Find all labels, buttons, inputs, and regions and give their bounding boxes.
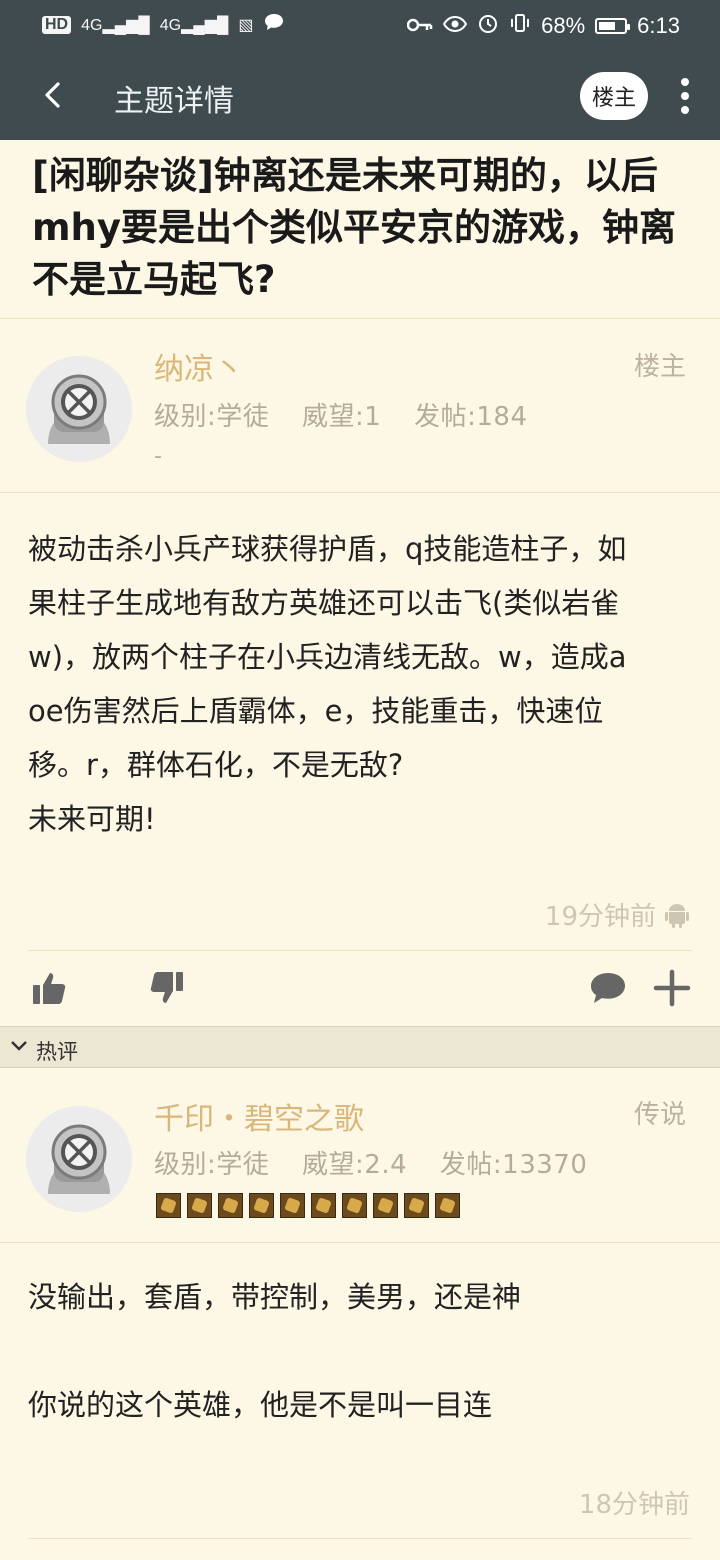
hot-comments-header[interactable]: 热评 xyxy=(0,1026,720,1068)
back-button[interactable] xyxy=(34,72,74,118)
diving-helmet-icon xyxy=(26,1106,132,1212)
divider xyxy=(0,492,720,493)
chevron-down-icon xyxy=(11,1041,27,1051)
reply-tag: 传说 xyxy=(633,1100,686,1130)
content-line: 移。r，群体石化，不是无敌? xyxy=(28,748,404,782)
key-icon xyxy=(406,13,433,39)
content-line: 你说的这个英雄，他是不是叫一目连 xyxy=(28,1388,493,1422)
medal-emblem xyxy=(222,1197,239,1214)
thumbs-down-icon xyxy=(150,972,183,1003)
vibrate-icon xyxy=(509,12,531,40)
content-line: 没输出，套盾，带控制，美男，还是神 xyxy=(28,1280,522,1314)
medal-emblem xyxy=(377,1197,394,1214)
medal-emblem xyxy=(253,1197,270,1214)
divider xyxy=(28,950,692,951)
medal-emblem xyxy=(284,1197,301,1214)
reply-author-name[interactable]: 千印・碧空之歌 xyxy=(154,1094,364,1138)
medal-emblem xyxy=(408,1197,425,1214)
reply-author-meta: 级别:学徒 威望:2.4 发帖:13370 xyxy=(154,1144,611,1181)
alarm-icon xyxy=(477,12,499,40)
content-line: 被动击杀小兵产球获得护盾，q技能造柱子，如 xyxy=(28,532,627,566)
medal-emblem xyxy=(191,1197,208,1214)
upvote-button[interactable] xyxy=(30,968,70,1008)
author-name[interactable]: 纳凉丶 xyxy=(154,344,244,388)
diving-helmet-icon xyxy=(26,356,132,462)
post-time: 19分钟前 xyxy=(545,896,690,933)
medal-emblem xyxy=(315,1197,332,1214)
reply-author-prestige: 威望:2.4 xyxy=(302,1150,408,1180)
add-button[interactable] xyxy=(652,968,692,1008)
chevron-left-icon xyxy=(45,82,60,108)
nfc-icon: ▧ xyxy=(238,17,254,34)
medal-badge-icon[interactable] xyxy=(249,1193,274,1218)
reply-author-level: 级别:学徒 xyxy=(154,1150,270,1180)
thread-title: [闲聊杂谈]钟离还是未来可期的，以后mhy要是出个类似平安京的游戏，钟离不是立马… xyxy=(32,154,677,301)
divider xyxy=(0,1242,720,1243)
author-level: 级别:学徒 xyxy=(154,402,270,432)
page-title: 主题详情 xyxy=(114,84,234,119)
content-line: 果柱子生成地有敌方英雄还可以击飞(类似岩雀 xyxy=(28,586,620,620)
medal-badges xyxy=(156,1193,460,1218)
content-line xyxy=(28,1324,692,1378)
medal-badge-icon[interactable] xyxy=(373,1193,398,1218)
android-icon xyxy=(665,903,689,928)
medal-badge-icon[interactable] xyxy=(342,1193,367,1218)
plus-icon xyxy=(653,969,691,1007)
eye-icon xyxy=(442,13,468,39)
medal-badge-icon[interactable] xyxy=(187,1193,212,1218)
status-bar: HD 4G▂▄▆█ 4G▂▄▆█ ▧ 68% 6:13 xyxy=(0,0,720,50)
message-bubble-icon xyxy=(263,12,285,38)
medal-badge-icon[interactable] xyxy=(435,1193,460,1218)
content-line: oe伤害然后上盾霸体，e，技能重击，快速位 xyxy=(28,694,604,728)
hot-comments-label: 热评 xyxy=(36,1040,78,1064)
medal-emblem xyxy=(346,1197,363,1214)
post-time-label: 19分钟前 xyxy=(544,902,656,932)
clock-time: 6:13 xyxy=(637,13,680,38)
app-bar: 主题详情 楼主 xyxy=(0,50,720,140)
post-content: 被动击杀小兵产球获得护盾，q技能造柱子，如 果柱子生成地有敌方英雄还可以击飞(类… xyxy=(28,522,692,846)
signal-4g-icon: 4G▂▄▆█ xyxy=(81,17,150,34)
signal-4g-icon: 4G▂▄▆█ xyxy=(159,17,229,34)
medal-emblem xyxy=(160,1197,177,1214)
author-avatar[interactable] xyxy=(26,356,132,462)
reply-author-posts: 发帖:13370 xyxy=(439,1150,588,1180)
comment-icon xyxy=(591,973,625,1003)
medal-emblem xyxy=(439,1197,456,1214)
hd-icon: HD xyxy=(42,16,72,34)
reply-author-avatar[interactable] xyxy=(26,1106,132,1212)
medal-badge-icon[interactable] xyxy=(156,1193,181,1218)
medal-badge-icon[interactable] xyxy=(218,1193,243,1218)
more-menu-button[interactable] xyxy=(670,72,700,120)
reply-time: 18分钟前 xyxy=(578,1490,690,1520)
author-posts: 发帖:184 xyxy=(414,402,528,432)
reply-content: 没输出，套盾，带控制，美男，还是神 你说的这个英雄，他是不是叫一目连 xyxy=(28,1270,692,1432)
medal-badge-icon[interactable] xyxy=(404,1193,429,1218)
medal-badge-icon[interactable] xyxy=(280,1193,305,1218)
thumbs-up-icon xyxy=(33,973,66,1004)
author-prestige: 威望:1 xyxy=(302,402,382,432)
author-meta: 级别:学徒 威望:1 发帖:184 xyxy=(154,396,552,433)
battery-percent: 68% xyxy=(541,13,586,38)
comment-button[interactable] xyxy=(588,968,628,1008)
post-actions xyxy=(0,952,720,1026)
content-line: 未来可期! xyxy=(28,802,156,836)
medal-badge-icon[interactable] xyxy=(311,1193,336,1218)
battery-icon xyxy=(595,18,631,34)
op-tag: 楼主 xyxy=(633,352,686,382)
only-op-button[interactable]: 楼主 xyxy=(580,72,648,120)
author-signature: - xyxy=(154,444,162,469)
divider xyxy=(28,1538,692,1539)
content-line: w)，放两个柱子在小兵边清线无敌。w，造成a xyxy=(28,640,627,674)
more-vertical-icon xyxy=(681,78,689,114)
divider xyxy=(0,318,720,319)
downvote-button[interactable] xyxy=(146,968,186,1008)
